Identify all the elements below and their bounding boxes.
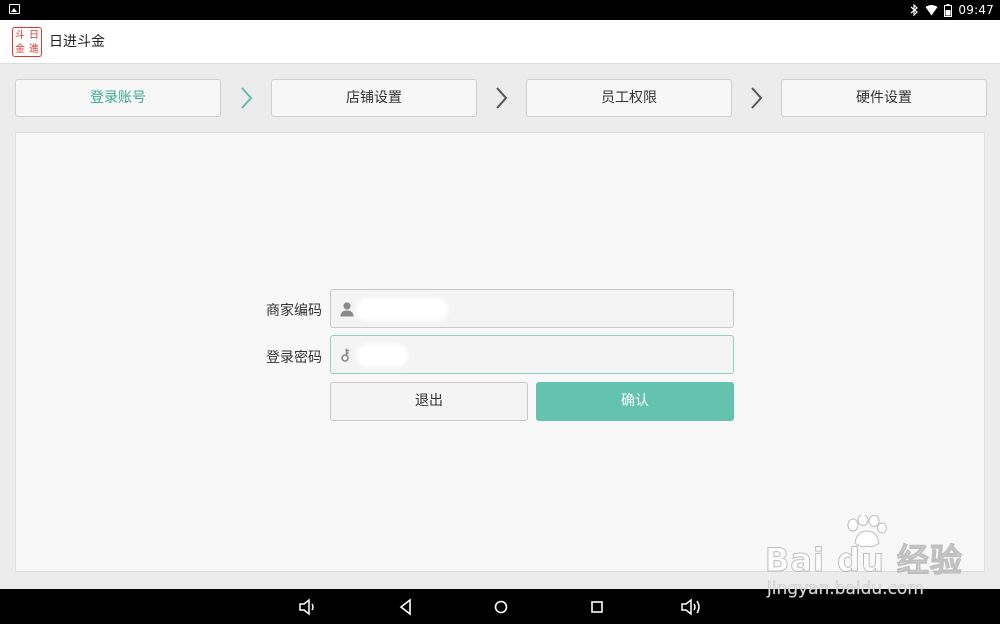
- chevron-right-icon: [496, 87, 508, 109]
- step-store-settings[interactable]: 店铺设置: [271, 79, 477, 117]
- app-bar: 斗 日 金 進 日进斗金: [0, 20, 1000, 64]
- password-label: 登录密码: [266, 350, 322, 366]
- app-title: 日进斗金: [49, 34, 105, 50]
- chevron-right-icon: [751, 87, 763, 109]
- chevron-right-icon: [241, 87, 253, 109]
- recent-apps-icon[interactable]: [587, 597, 607, 617]
- step-hardware-settings[interactable]: 硬件设置: [781, 79, 987, 117]
- password-field[interactable]: [330, 335, 734, 374]
- bluetooth-icon: [911, 4, 919, 16]
- logo-char: 金: [15, 43, 25, 55]
- gallery-notification-icon: [9, 4, 20, 14]
- home-icon[interactable]: [491, 597, 511, 617]
- navigation-bar: [0, 589, 1000, 624]
- logo-char: 斗: [15, 30, 25, 41]
- battery-icon: [944, 3, 953, 17]
- confirm-button[interactable]: 确认: [536, 382, 734, 421]
- logo-char: 日: [29, 30, 39, 41]
- step-employee-permissions[interactable]: 员工权限: [526, 79, 732, 117]
- setup-steps: 登录账号 店铺设置 员工权限 硬件设置: [15, 79, 987, 117]
- back-icon[interactable]: [396, 597, 416, 617]
- password-input[interactable]: [359, 336, 719, 373]
- step-login-account[interactable]: 登录账号: [15, 79, 221, 117]
- status-bar: 09:47: [0, 0, 1000, 20]
- merchant-code-input[interactable]: [359, 290, 719, 327]
- merchant-code-label: 商家编码: [266, 303, 322, 319]
- merchant-code-field[interactable]: [330, 289, 734, 328]
- user-icon: [340, 302, 354, 317]
- key-icon: [341, 348, 349, 362]
- status-clock: 09:47: [958, 3, 994, 17]
- exit-button[interactable]: 退出: [330, 382, 528, 421]
- app-logo: 斗 日 金 進: [12, 27, 42, 57]
- logo-char: 進: [29, 43, 39, 55]
- wifi-icon: [925, 4, 938, 15]
- volume-down-icon[interactable]: [298, 597, 320, 617]
- volume-up-icon[interactable]: [680, 597, 704, 617]
